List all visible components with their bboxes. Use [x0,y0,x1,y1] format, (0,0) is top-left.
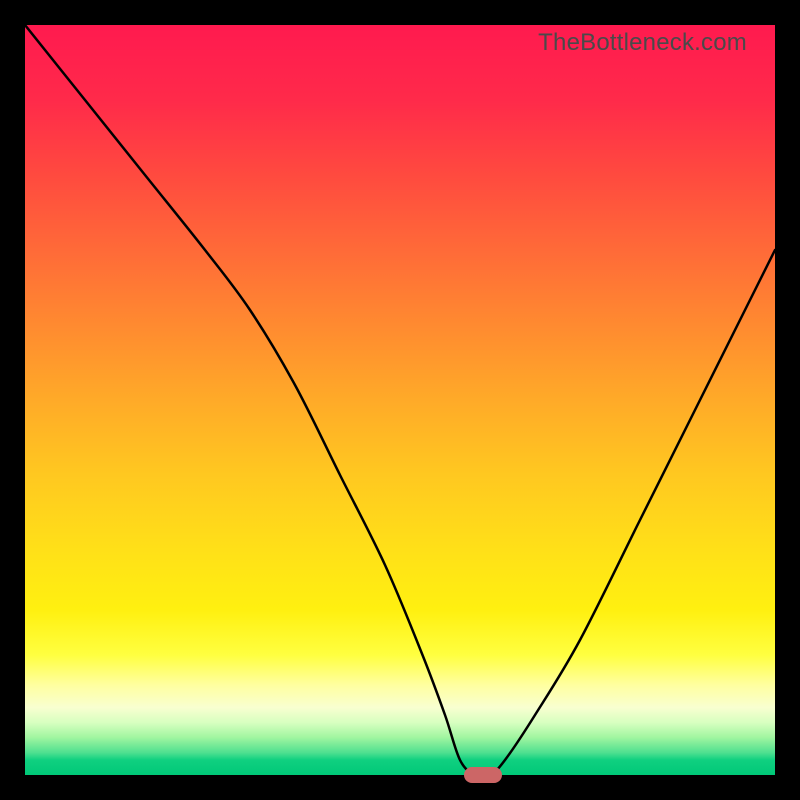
bottleneck-curve [25,25,775,775]
optimal-marker [464,767,502,783]
plot-area: TheBottleneck.com [25,25,775,775]
chart-frame: TheBottleneck.com [0,0,800,800]
